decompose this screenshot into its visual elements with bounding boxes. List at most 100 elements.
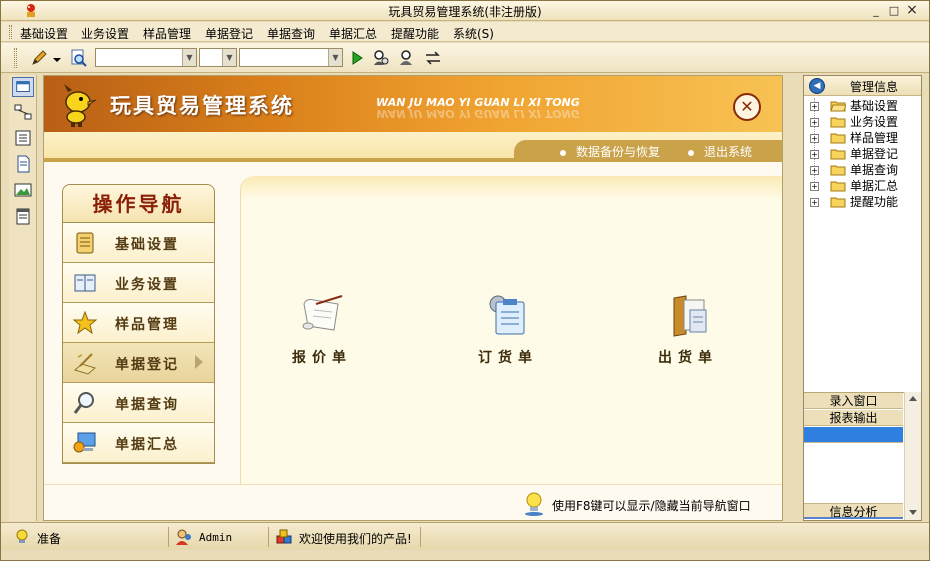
menu-business-settings[interactable]: 业务设置 (79, 25, 131, 42)
status-ready-cell: 准备 (9, 527, 169, 547)
status-welcome-cell: 欢迎使用我们的产品! (271, 527, 421, 547)
open-folder-icon (830, 101, 846, 112)
folder-icon (830, 181, 846, 192)
nav-item-label: 单据汇总 (115, 437, 179, 453)
cubes-icon (276, 529, 292, 544)
nav-item-sample-management[interactable]: 样品管理 (63, 303, 214, 343)
pencil-icon[interactable] (29, 48, 49, 68)
monitor-icon (73, 432, 96, 453)
app-window: 玩具贸易管理系统(非注册版) _ □ × 基础设置 业务设置 样品管理 单据登记… (0, 0, 930, 561)
expand-icon[interactable]: + (810, 118, 819, 127)
left-tool-strip (9, 75, 37, 521)
expand-icon[interactable]: + (810, 150, 819, 159)
user-search-icon[interactable] (397, 48, 417, 68)
menu-document-register[interactable]: 单据登记 (203, 25, 255, 42)
toolbar-combo-1[interactable]: ▼ (95, 48, 197, 67)
toolbar: ▼ ▼ ▼ (1, 43, 929, 73)
folder-icon (830, 165, 846, 176)
bullet-icon (560, 149, 566, 156)
folder-icon (830, 133, 846, 144)
toolbar-combo-3[interactable]: ▼ (239, 48, 343, 67)
window-bottom-edge (1, 551, 929, 560)
menu-document-query[interactable]: 单据查询 (265, 25, 317, 42)
menubar-grip[interactable] (9, 25, 12, 39)
menu-document-summary[interactable]: 单据汇总 (327, 25, 379, 42)
info-analysis-tab[interactable]: 信息分析 (804, 503, 903, 519)
expand-icon[interactable]: + (810, 182, 819, 191)
selected-list-item[interactable] (804, 427, 903, 443)
tree-node-label: 单据汇总 (850, 179, 899, 193)
order-button[interactable]: 订货单 (463, 290, 553, 367)
status-bar: 准备 Admin 欢迎使用我们的产品! (1, 522, 929, 550)
swap-icon[interactable] (423, 48, 443, 68)
report-output-item[interactable]: 报表输出 (804, 410, 903, 426)
combo-arrow-icon[interactable]: ▼ (328, 49, 342, 66)
tree-node-label: 提醒功能 (850, 195, 899, 209)
window-icon[interactable] (12, 77, 34, 97)
document-area-header (241, 176, 782, 200)
book-icon (74, 274, 96, 292)
combo-arrow-icon[interactable]: ▼ (182, 49, 196, 66)
toolbar-grip[interactable] (14, 48, 17, 68)
woodstock-logo-icon (64, 84, 97, 127)
lightbulb-icon (525, 492, 543, 516)
quote-button[interactable]: 报价单 (277, 290, 367, 367)
image-icon[interactable] (12, 180, 34, 200)
nav-title: 操作导航 (63, 185, 214, 223)
nav-item-document-summary[interactable]: 单据汇总 (63, 423, 214, 463)
edit-icon (73, 353, 97, 375)
nav-item-document-register[interactable]: 单据登记 (63, 343, 214, 383)
find-users-icon[interactable] (371, 48, 391, 68)
nav-item-label: 样品管理 (115, 317, 179, 333)
document-area: 报价单 订货单 出货单 (240, 176, 782, 484)
scrollbar[interactable] (904, 392, 921, 520)
network-icon[interactable] (12, 102, 34, 122)
nav-item-business-settings[interactable]: 业务设置 (63, 263, 214, 303)
combo-arrow-icon[interactable]: ▼ (222, 49, 236, 66)
play-icon[interactable] (347, 48, 367, 68)
nav-item-label: 单据查询 (115, 397, 179, 413)
list-icon[interactable] (12, 128, 34, 148)
entry-window-item[interactable]: 录入窗口 (804, 393, 903, 409)
back-arrow-icon[interactable]: ◀ (809, 78, 825, 94)
expand-icon[interactable]: + (810, 166, 819, 175)
scroll-up-icon[interactable] (909, 396, 917, 401)
notes-icon[interactable] (12, 206, 34, 226)
management-info-title: 管理信息 (850, 80, 899, 94)
status-ready-text: 准备 (37, 532, 62, 546)
expand-icon[interactable]: + (810, 102, 819, 111)
menu-basic-settings[interactable]: 基础设置 (18, 25, 70, 42)
exit-system-label: 退出系统 (704, 145, 753, 159)
backup-restore-label: 数据备份与恢复 (576, 145, 661, 159)
star-icon (72, 310, 98, 335)
expand-icon[interactable]: + (810, 198, 819, 207)
tree-node-label: 业务设置 (850, 115, 899, 129)
title-bar[interactable]: 玩具贸易管理系统(非注册版) _ □ × (1, 1, 929, 21)
menu-system[interactable]: 系统(S) (451, 25, 496, 42)
nav-item-document-query[interactable]: 单据查询 (63, 383, 214, 423)
close-icon[interactable]: ✕ (733, 93, 761, 121)
close-window-button[interactable]: × (903, 3, 921, 18)
tree-node-label: 单据查询 (850, 163, 899, 177)
document-icon[interactable] (12, 154, 34, 174)
dropdown-arrow-icon[interactable] (51, 48, 63, 68)
tree-node-label: 样品管理 (850, 131, 899, 145)
folder-icon (830, 117, 846, 128)
banner: 玩具贸易管理系统 WAN JU MAO YI GUAN LI XI TONG W… (44, 76, 782, 132)
menu-sample-management[interactable]: 样品管理 (141, 25, 193, 42)
divider (44, 158, 782, 162)
maximize-button[interactable]: □ (885, 3, 903, 18)
expand-icon[interactable]: + (810, 134, 819, 143)
search-doc-icon[interactable] (69, 48, 89, 68)
minimize-button[interactable]: _ (867, 3, 885, 18)
shipping-button[interactable]: 出货单 (643, 290, 733, 367)
magnifier-icon (73, 392, 94, 414)
nav-item-basic-settings[interactable]: 基础设置 (63, 223, 214, 263)
menu-reminder[interactable]: 提醒功能 (389, 25, 441, 42)
scroll-down-icon[interactable] (909, 510, 917, 515)
status-user-text: Admin (199, 531, 233, 544)
quote-label: 报价单 (292, 350, 352, 366)
toolbar-combo-2[interactable]: ▼ (199, 48, 237, 67)
system-title: 玩具贸易管理系统 (110, 94, 294, 118)
menu-bar: 基础设置 业务设置 样品管理 单据登记 单据查询 单据汇总 提醒功能 系统(S) (1, 22, 929, 42)
